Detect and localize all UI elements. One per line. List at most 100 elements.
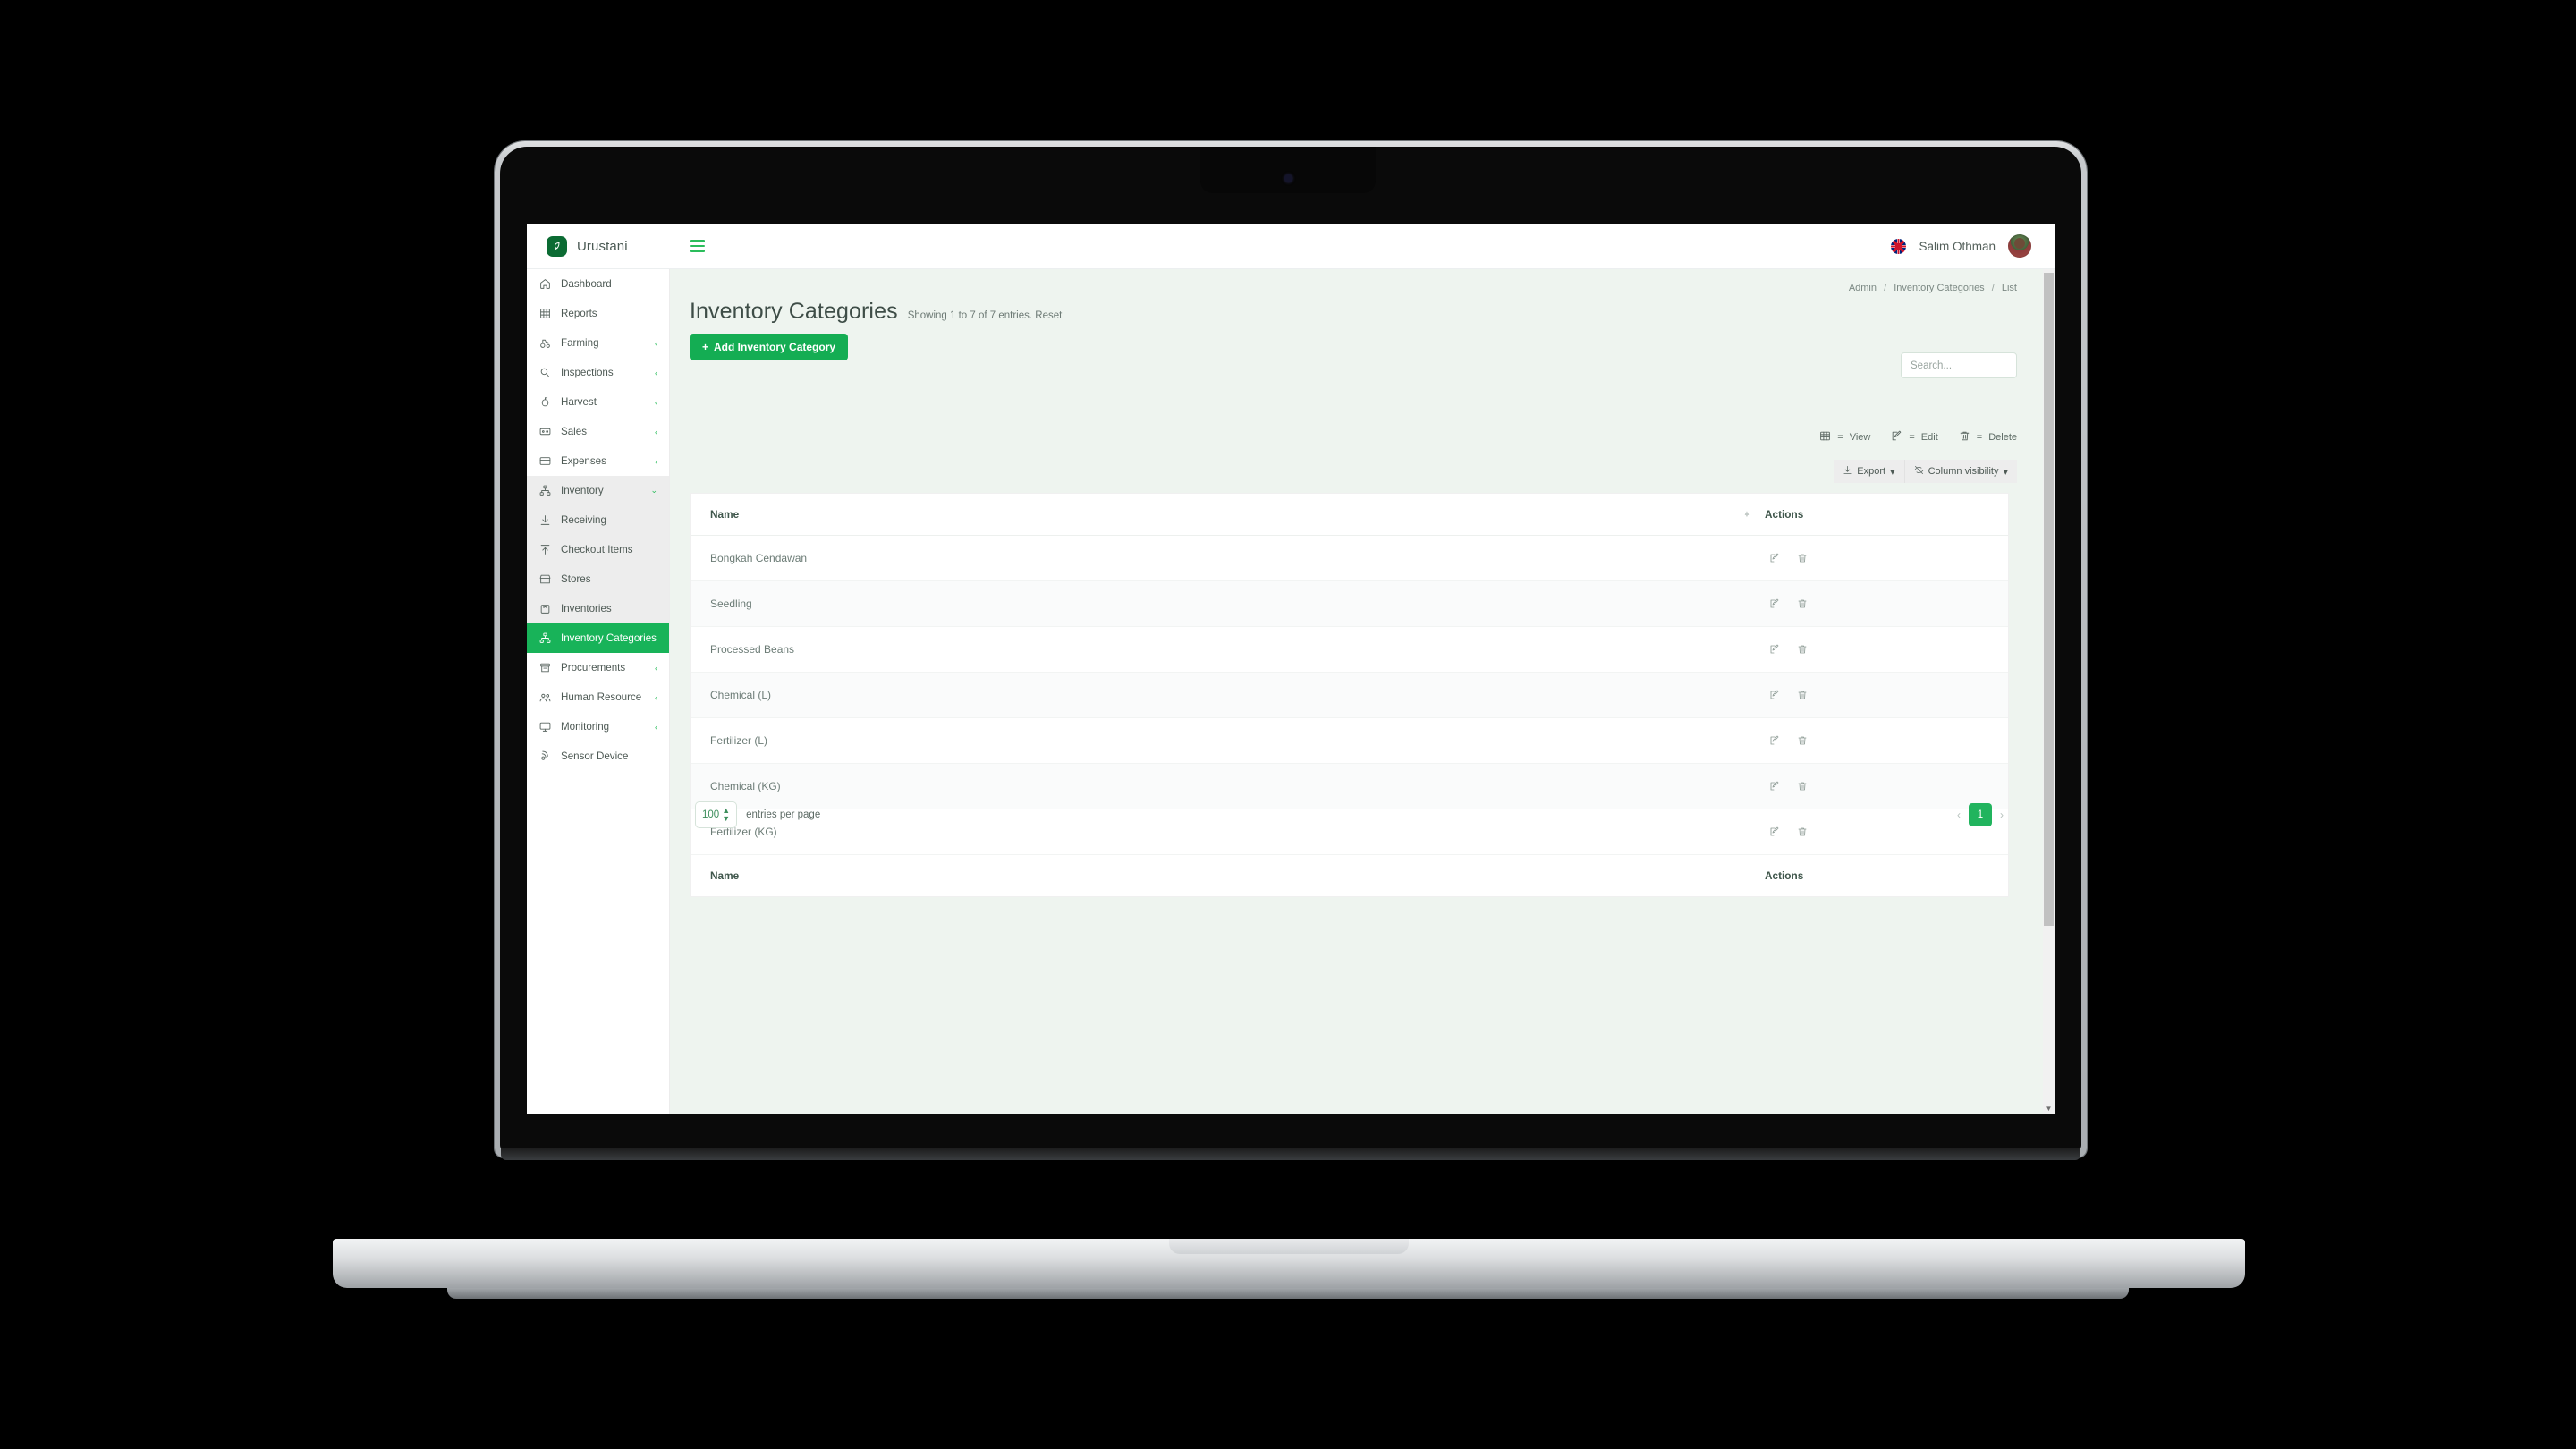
chevron-icon: ⌄	[650, 486, 657, 495]
column-header-actions[interactable]: ▲ ▼ Actions	[1722, 494, 2008, 536]
row-edit-button[interactable]	[1765, 641, 1784, 657]
row-delete-button[interactable]	[1792, 550, 1812, 566]
page-scrollbar[interactable]: ▲ ▼	[2043, 269, 2055, 1114]
row-delete-button[interactable]	[1792, 596, 1812, 612]
chevron-down-icon: ▾	[1890, 466, 1895, 478]
plus-icon: +	[702, 341, 709, 353]
sidebar-item-inventory[interactable]: Inventory ⌄	[527, 476, 669, 505]
table-footer-row: Name Actions	[691, 854, 2008, 896]
stepper-arrows-icon[interactable]: ▲ ▼	[722, 807, 730, 823]
sidebar-item-harvest[interactable]: Harvest ‹	[527, 387, 669, 417]
table-head: Name ▲ ▼ Actions	[691, 494, 2008, 536]
sidebar-item-label: Harvest	[561, 396, 597, 408]
avatar[interactable]	[2008, 234, 2031, 258]
sidebar-item-label: Human Resource	[561, 691, 642, 703]
sidebar-item-dashboard[interactable]: Dashboard	[527, 269, 669, 299]
reset-link[interactable]: Reset	[1035, 310, 1062, 321]
row-delete-button[interactable]	[1792, 733, 1812, 749]
sidebar-item-label: Monitoring	[561, 721, 610, 733]
legend-item-view: = View	[1819, 430, 1870, 445]
chevron-icon: ‹	[655, 722, 657, 732]
webcam-icon	[1284, 174, 1292, 182]
sidebar-item-inspections[interactable]: Inspections ‹	[527, 358, 669, 387]
sidebar-item-monitoring[interactable]: Monitoring ‹	[527, 712, 669, 741]
legend-label: Delete	[1988, 432, 2017, 443]
uk-flag-icon[interactable]	[1891, 238, 1907, 254]
sidebar-item-stores[interactable]: Stores	[527, 564, 669, 594]
sidebar-item-farming[interactable]: Farming ‹	[527, 328, 669, 358]
sidebar-item-label: Inspections	[561, 367, 614, 378]
breadcrumb-item-inventory-categories[interactable]: Inventory Categories	[1894, 283, 1985, 293]
row-delete-button[interactable]	[1792, 641, 1812, 657]
export-button[interactable]: Export ▾	[1834, 460, 1905, 483]
brand[interactable]: Urustani	[527, 235, 670, 257]
prev-page-button[interactable]: ‹	[1957, 809, 1961, 821]
laptop-base	[333, 1239, 2245, 1288]
table-toolbar[interactable]: Export ▾ Column visibility ▾	[1834, 460, 2017, 483]
breadcrumb: Admin / Inventory Categories / List	[670, 269, 2055, 293]
cell-name: Fertilizer (L)	[691, 717, 1722, 764]
legend-label: View	[1849, 432, 1871, 443]
brand-name: Urustani	[577, 238, 628, 254]
sort-icon[interactable]: ▲ ▼	[1743, 510, 1750, 519]
row-edit-button[interactable]	[1765, 596, 1784, 612]
legend-item-edit: = Edit	[1891, 430, 1938, 445]
sidebar-item-reports[interactable]: Reports	[527, 299, 669, 328]
row-delete-button[interactable]	[1792, 687, 1812, 703]
chevron-icon: ‹	[655, 338, 657, 348]
apple-icon	[539, 396, 551, 408]
row-edit-button[interactable]	[1765, 733, 1784, 749]
sitemap-icon	[539, 485, 551, 496]
sidebar-item-sensor-device[interactable]: Sensor Device	[527, 741, 669, 771]
sidebar-item-checkout-items[interactable]: Checkout Items	[527, 535, 669, 564]
column-visibility-button[interactable]: Column visibility ▾	[1904, 460, 2017, 483]
entries-summary-text: Showing 1 to 7 of 7 entries.	[907, 310, 1033, 321]
search-input[interactable]	[1901, 352, 2017, 378]
add-inventory-category-button[interactable]: + Add Inventory Category	[690, 334, 849, 360]
sidebar-item-inventory-categories[interactable]: Inventory Categories	[527, 623, 669, 653]
sidebar-item-label: Sales	[561, 426, 588, 437]
sidebar-item-inventories[interactable]: Inventories	[527, 594, 669, 623]
column-header-name[interactable]: Name	[691, 494, 1722, 536]
table-foot: Name Actions	[691, 854, 2008, 896]
app-topbar: Urustani Salim Othman	[527, 224, 2055, 269]
breadcrumb-item-list: List	[2001, 283, 2017, 293]
row-delete-button[interactable]	[1792, 778, 1812, 794]
entries-per-page-stepper[interactable]: 100 ▲ ▼	[695, 801, 738, 828]
cell-name: Chemical (L)	[691, 672, 1722, 718]
hamburger-menu-icon[interactable]	[690, 240, 705, 252]
cell-name: Bongkah Cendawan	[691, 535, 1722, 581]
sidebar-item-expenses[interactable]: Expenses ‹	[527, 446, 669, 476]
breadcrumb-separator: /	[1991, 283, 1995, 293]
laptop-foot	[447, 1288, 2129, 1299]
sidebar-item-label: Receiving	[561, 514, 606, 526]
cell-actions	[1722, 580, 2008, 627]
page-1-button[interactable]: 1	[1969, 803, 1992, 826]
scroll-down-icon[interactable]: ▼	[2043, 1103, 2055, 1114]
legend-item-delete: = Delete	[1959, 430, 2017, 445]
cell-actions	[1722, 535, 2008, 581]
chevron-icon: ‹	[655, 427, 657, 436]
breadcrumb-item-admin[interactable]: Admin	[1849, 283, 1877, 293]
footer-header-name: Name	[691, 854, 1722, 896]
box-icon	[539, 603, 551, 614]
row-edit-button[interactable]	[1765, 687, 1784, 703]
scrollbar-thumb[interactable]	[2044, 273, 2054, 926]
sidebar-item-procurements[interactable]: Procurements ‹	[527, 653, 669, 682]
edit-icon	[1891, 430, 1902, 445]
row-edit-button[interactable]	[1765, 778, 1784, 794]
sidebar[interactable]: Dashboard Reports Farming ‹ Inspections ‹ Harv…	[527, 269, 670, 1114]
app-logo-icon	[547, 235, 567, 257]
next-page-button[interactable]: ›	[2000, 809, 2004, 821]
sidebar-item-receiving[interactable]: Receiving	[527, 505, 669, 535]
sidebar-item-human-resource[interactable]: Human Resource ‹	[527, 682, 669, 712]
trash-icon	[1959, 430, 1970, 445]
cell-name: Seedling	[691, 580, 1722, 627]
chevron-down-icon: ▾	[2003, 466, 2008, 478]
legend-equals: =	[1837, 432, 1843, 443]
store-icon	[539, 573, 551, 585]
cash-icon	[539, 426, 551, 437]
page-navigation: ‹ 1 ›	[1957, 803, 2004, 826]
row-edit-button[interactable]	[1765, 550, 1784, 566]
sidebar-item-sales[interactable]: Sales ‹	[527, 417, 669, 446]
